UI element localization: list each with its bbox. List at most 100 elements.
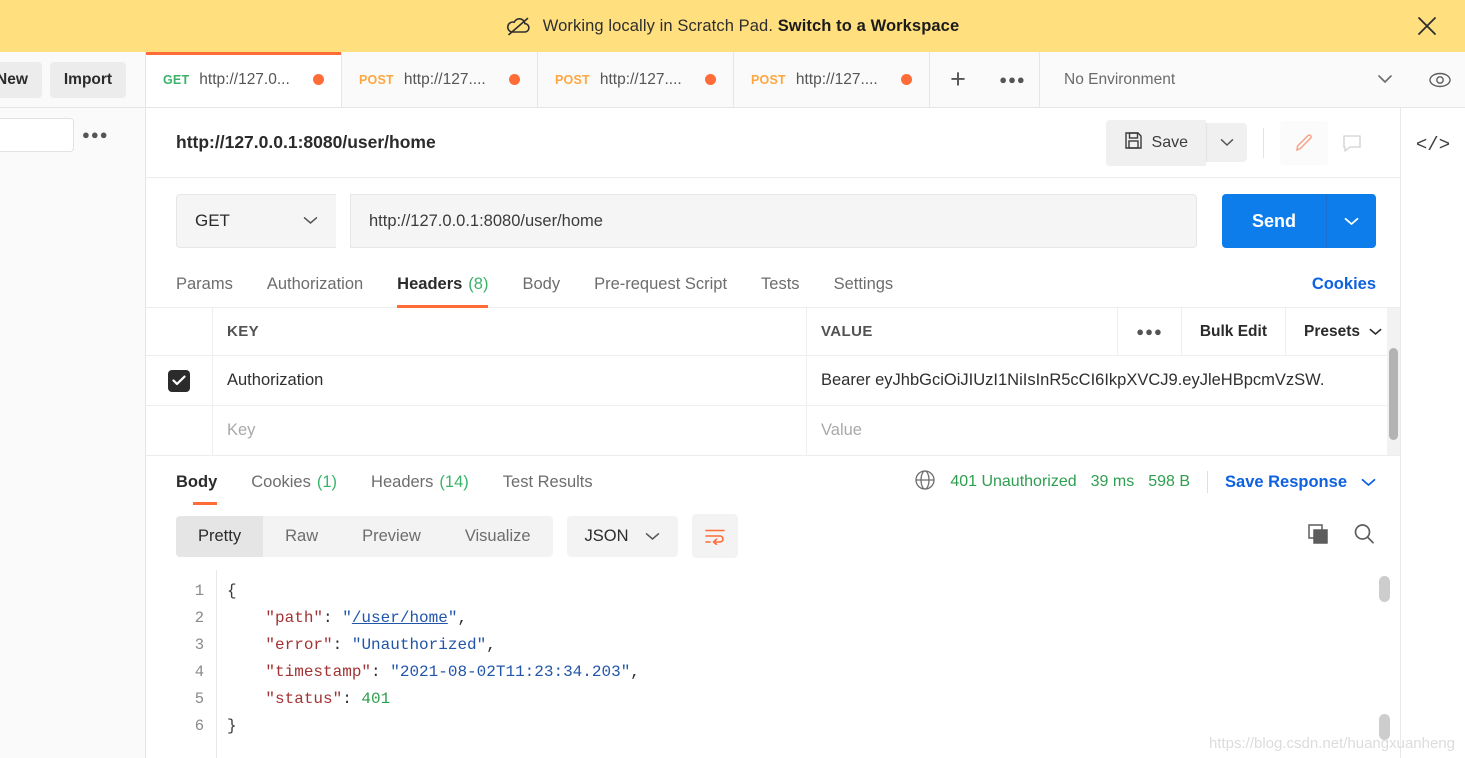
unsaved-dot-icon — [901, 74, 912, 85]
request-header: http://127.0.0.1:8080/user/home Save — [146, 108, 1400, 178]
search-icon[interactable] — [1352, 522, 1376, 551]
request-tab-4[interactable]: POST http://127.... — [734, 52, 930, 107]
switch-workspace-link[interactable]: Switch to a Workspace — [778, 17, 960, 35]
chevron-down-icon — [1377, 72, 1393, 87]
view-mode-segments: Pretty Raw Preview Visualize — [176, 515, 553, 557]
cookies-count: (1) — [316, 472, 338, 491]
response-view-controls: Pretty Raw Preview Visualize JSON — [146, 508, 1400, 570]
table-row-empty[interactable]: Key Value — [146, 406, 1400, 455]
table-more-icon[interactable]: ●●● — [1118, 308, 1182, 355]
request-tab-2[interactable]: POST http://127.... — [342, 52, 538, 107]
response-tab-test-results[interactable]: Test Results — [486, 459, 610, 505]
language-selector[interactable]: JSON — [566, 515, 678, 557]
environment-selector[interactable]: No Environment — [1040, 52, 1415, 107]
divider — [1263, 127, 1264, 158]
close-icon[interactable] — [1413, 12, 1441, 40]
postman-window: Working locally in Scratch Pad. Switch t… — [0, 0, 1465, 758]
response-tab-cookies[interactable]: Cookies (1) — [234, 459, 354, 505]
send-button[interactable]: Send — [1221, 194, 1326, 248]
language-label: JSON — [584, 526, 629, 545]
response-body-viewer: 1 2 3 4 5 6 { "path": "/user/home", "err… — [146, 570, 1400, 758]
view-mode-preview[interactable]: Preview — [340, 516, 443, 557]
table-row[interactable]: Authorization Bearer eyJhbGciOiJIUzI1NiI… — [146, 356, 1400, 406]
presets-button[interactable]: Presets — [1286, 308, 1400, 355]
body-scrollbar-thumb-bottom[interactable] — [1379, 714, 1390, 740]
headers-count: (14) — [439, 472, 469, 491]
url-input[interactable]: http://127.0.0.1:8080/user/home — [350, 194, 1197, 248]
url-bar: GET http://127.0.0.1:8080/user/home Send — [146, 178, 1400, 262]
tab-method: POST — [751, 72, 786, 87]
json-body[interactable]: { "path": "/user/home", "error": "Unauth… — [216, 570, 1400, 758]
new-button[interactable]: New — [0, 61, 42, 98]
tab-tests[interactable]: Tests — [744, 262, 817, 308]
tab-headers-count: (8) — [468, 275, 489, 293]
line-number: 5 — [194, 690, 204, 708]
sidebar: ●●● — [0, 108, 146, 758]
header-key-input[interactable]: Key — [212, 406, 807, 455]
edit-pencil-icon[interactable] — [1280, 120, 1328, 165]
tab-pre-request-script[interactable]: Pre-request Script — [577, 262, 744, 308]
body-scrollbar-thumb-top[interactable] — [1379, 576, 1390, 602]
copy-icon[interactable] — [1306, 522, 1330, 551]
request-tab-1[interactable]: GET http://127.0... — [146, 52, 342, 107]
save-options-button[interactable] — [1206, 123, 1247, 162]
json-path-link[interactable]: /user/home — [352, 609, 448, 627]
headers-scrollbar-thumb[interactable] — [1389, 348, 1398, 440]
tab-body[interactable]: Body — [505, 262, 577, 308]
header-value-input[interactable]: Value — [807, 406, 1400, 455]
left-action-bar: New Import — [0, 52, 146, 107]
tab-settings[interactable]: Settings — [817, 262, 911, 308]
response-tab-headers[interactable]: Headers (14) — [354, 459, 486, 505]
code-line-1: { — [227, 582, 237, 600]
sidebar-more-icon[interactable]: ●●● — [82, 126, 109, 144]
tab-method: POST — [359, 72, 394, 87]
divider — [1207, 471, 1209, 493]
method-selector[interactable]: GET — [176, 194, 336, 248]
send-options-button[interactable] — [1326, 194, 1376, 248]
tab-method: GET — [163, 72, 190, 87]
tabs-more-icon[interactable]: ●●● — [986, 52, 1040, 107]
response-tab-body[interactable]: Body — [176, 459, 234, 505]
eye-icon[interactable] — [1415, 52, 1465, 107]
column-header-key: KEY — [212, 308, 807, 355]
tab-headers[interactable]: Headers (8) — [380, 262, 505, 308]
json-status-value: 401 — [361, 690, 391, 708]
view-mode-pretty[interactable]: Pretty — [176, 515, 264, 557]
save-response-button[interactable]: Save Response — [1225, 473, 1347, 492]
bulk-edit-button[interactable]: Bulk Edit — [1182, 308, 1286, 355]
cookies-link[interactable]: Cookies — [1312, 275, 1376, 294]
import-button[interactable]: Import — [49, 61, 127, 98]
table-header-row: KEY VALUE ●●● Bulk Edit Presets — [146, 308, 1400, 356]
right-rail: </> — [1400, 108, 1465, 758]
banner-text: Working locally in Scratch Pad. Switch t… — [542, 16, 960, 35]
tab-method: POST — [555, 72, 590, 87]
header-key-cell[interactable]: Authorization — [212, 356, 807, 405]
comment-icon[interactable] — [1328, 121, 1376, 165]
code-snippet-icon[interactable]: </> — [1416, 134, 1450, 156]
request-tab-3[interactable]: POST http://127.... — [538, 52, 734, 107]
line-number: 6 — [194, 717, 204, 735]
column-header-value: VALUE — [821, 323, 873, 340]
new-tab-plus-icon[interactable]: + — [930, 52, 986, 107]
row-checkbox[interactable] — [168, 369, 190, 392]
wrap-lines-icon[interactable] — [691, 514, 738, 558]
environment-label: No Environment — [1064, 70, 1176, 88]
view-mode-visualize[interactable]: Visualize — [443, 516, 553, 557]
globe-icon — [914, 469, 936, 496]
chevron-down-icon — [1369, 323, 1382, 341]
chevron-down-icon[interactable] — [1361, 475, 1376, 490]
line-number: 3 — [194, 636, 204, 654]
page-title: http://127.0.0.1:8080/user/home — [176, 132, 436, 152]
response-section-tabs: Body Cookies (1) Headers (14) Test Results… — [146, 456, 1400, 508]
response-body-tools — [1306, 522, 1376, 551]
save-button-label: Save — [1151, 133, 1188, 151]
header-value-cell[interactable]: Bearer eyJhbGciOiJIUzI1NiIsInR5cCI6IkpXV… — [807, 356, 1400, 405]
sidebar-search-row: ●●● — [0, 108, 145, 162]
method-label: GET — [195, 211, 230, 230]
save-button[interactable]: Save — [1105, 119, 1206, 166]
tab-params[interactable]: Params — [176, 262, 250, 308]
tab-url: http://127.... — [795, 70, 878, 88]
tab-authorization[interactable]: Authorization — [250, 262, 380, 308]
search-input[interactable] — [0, 118, 74, 152]
view-mode-raw[interactable]: Raw — [263, 516, 340, 557]
